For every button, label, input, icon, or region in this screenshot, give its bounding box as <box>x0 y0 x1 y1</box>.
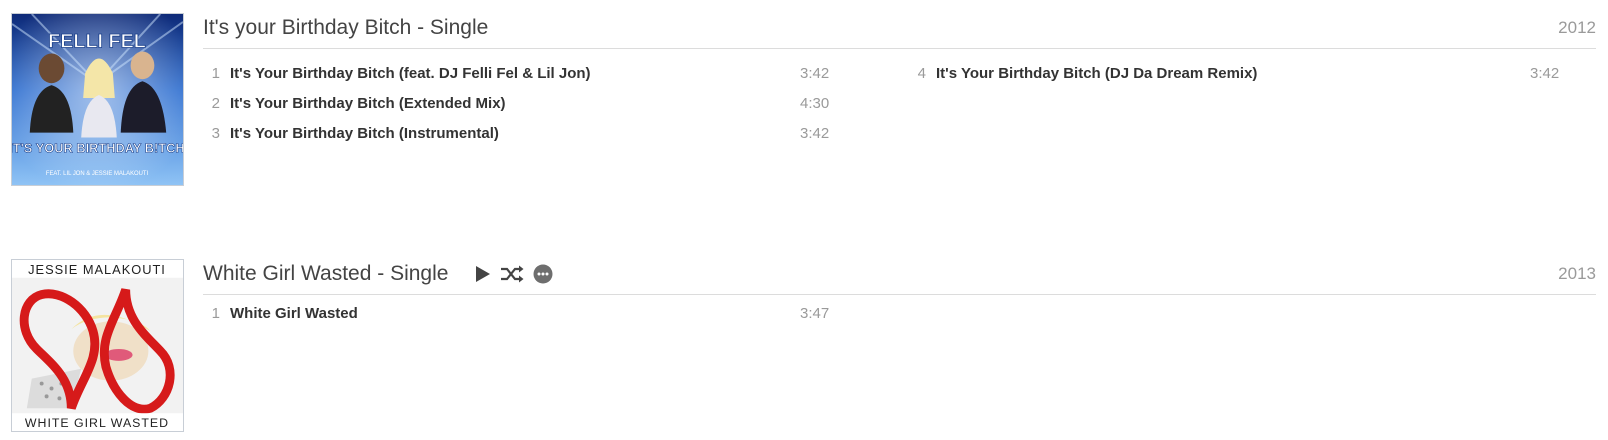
album-title[interactable]: White Girl Wasted - Single <box>203 262 448 286</box>
track-number: 3 <box>211 125 220 142</box>
track-title[interactable]: It's Your Birthday Bitch (feat. DJ Felli… <box>230 65 591 82</box>
track-row[interactable]: 1 White Girl Wasted 3:47 <box>200 303 840 325</box>
album-cover-art: JESSIE MALAKOUTI WHITE GIRL WASTED <box>12 260 183 431</box>
album-controls <box>473 262 562 286</box>
album-year: 2013 <box>1558 264 1596 283</box>
album-year: 2012 <box>1558 18 1596 37</box>
cover-artist-text: JESSIE MALAKOUTI <box>28 262 166 277</box>
cover-artist-text: FELLI FEL <box>48 31 146 53</box>
cover-credit-text: FEAT. LIL JON & JESSIE MALAKOUTI <box>46 171 149 177</box>
track-title[interactable]: It's Your Birthday Bitch (DJ Da Dream Re… <box>936 65 1257 82</box>
track-duration: 3:42 <box>800 65 830 82</box>
more-icon[interactable] <box>533 264 553 284</box>
track-row[interactable]: 2 It's Your Birthday Bitch (Extended Mix… <box>200 93 840 115</box>
play-icon[interactable] <box>473 265 491 283</box>
track-number: 2 <box>211 95 220 112</box>
album-cover-art: FELLI FEL IT'S YOUR BIRTHDAY B!TCH FEAT.… <box>12 14 183 185</box>
album-header: White Girl Wasted - Single 2013 <box>203 259 1596 295</box>
track-duration: 3:47 <box>800 305 830 322</box>
album-title[interactable]: It's your Birthday Bitch - Single <box>203 16 488 40</box>
album-header: It's your Birthday Bitch - Single 2012 <box>203 13 1596 49</box>
track-duration: 3:42 <box>1530 65 1560 82</box>
track-number: 4 <box>917 65 926 82</box>
track-number: 1 <box>211 65 220 82</box>
cover-title-text: WHITE GIRL WASTED <box>25 416 169 430</box>
track-duration: 3:42 <box>800 125 830 142</box>
album-cover[interactable]: JESSIE MALAKOUTI WHITE GIRL WASTED <box>11 259 184 432</box>
track-number: 1 <box>211 305 220 322</box>
track-row[interactable]: 4 It's Your Birthday Bitch (DJ Da Dream … <box>906 63 1566 85</box>
track-title[interactable]: White Girl Wasted <box>230 305 358 322</box>
track-title[interactable]: It's Your Birthday Bitch (Instrumental) <box>230 125 499 142</box>
shuffle-icon[interactable] <box>500 265 524 283</box>
track-row[interactable]: 3 It's Your Birthday Bitch (Instrumental… <box>200 123 840 145</box>
track-row[interactable]: 1 It's Your Birthday Bitch (feat. DJ Fel… <box>200 63 840 85</box>
album-cover[interactable]: FELLI FEL IT'S YOUR BIRTHDAY B!TCH FEAT.… <box>11 13 184 186</box>
cover-title-text: IT'S YOUR BIRTHDAY B!TCH <box>12 140 183 155</box>
track-title[interactable]: It's Your Birthday Bitch (Extended Mix) <box>230 95 506 112</box>
track-duration: 4:30 <box>800 95 830 112</box>
